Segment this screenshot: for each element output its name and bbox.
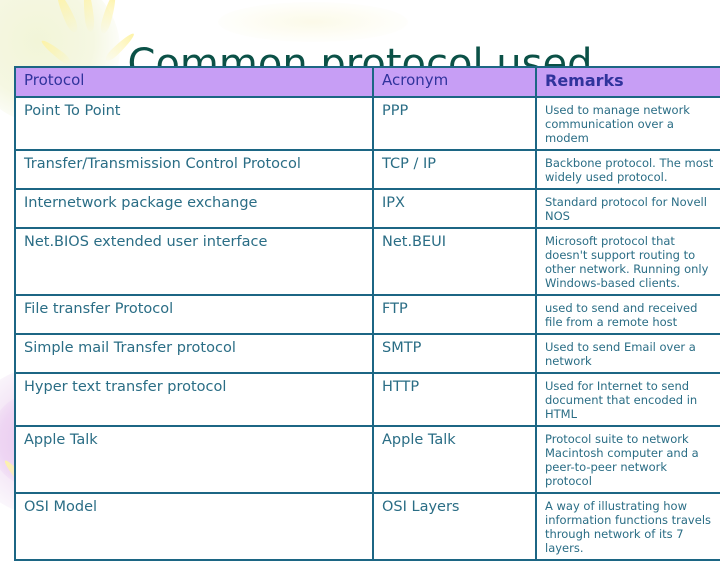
cell-protocol: Simple mail Transfer protocol — [14, 333, 374, 374]
cell-remarks: used to send and received file from a re… — [535, 294, 720, 335]
cell-acronym: IPX — [372, 188, 537, 229]
cell-remarks: A way of illustrating how information fu… — [535, 492, 720, 561]
table-header: Protocol Acronym Remarks — [14, 66, 720, 98]
table-row: File transfer Protocol FTP used to send an… — [14, 294, 720, 335]
cell-remarks: Used to send Email over a network — [535, 333, 720, 374]
cell-remarks: Protocol suite to network Macintosh comp… — [535, 425, 720, 494]
cell-acronym: Apple Talk — [372, 425, 537, 494]
cell-acronym: TCP / IP — [372, 149, 537, 190]
petal-shape — [53, 0, 81, 35]
cell-protocol: Point To Point — [14, 96, 374, 151]
column-header-protocol: Protocol — [14, 66, 374, 98]
table-row: Net.BIOS extended user interface Net.BEUI… — [14, 227, 720, 296]
table-header-row: Protocol Acronym Remarks — [14, 66, 720, 98]
cell-remarks: Standard protocol for Novell NOS — [535, 188, 720, 229]
column-header-remarks: Remarks — [535, 66, 720, 98]
table-row: Hyper text transfer protocol HTTP Used for… — [14, 372, 720, 427]
cell-protocol: Apple Talk — [14, 425, 374, 494]
table-row: Apple Talk Apple Talk Protocol suite to ne… — [14, 425, 720, 494]
cell-protocol: File transfer Protocol — [14, 294, 374, 335]
petal-shape — [98, 0, 119, 35]
cell-remarks: Microsoft protocol that doesn't support … — [535, 227, 720, 296]
cell-remarks: Used for Internet to send document that … — [535, 372, 720, 427]
protocol-table: Protocol Acronym Remarks Point To Point P… — [14, 66, 720, 561]
cell-protocol: OSI Model — [14, 492, 374, 561]
cell-acronym: FTP — [372, 294, 537, 335]
cell-remarks: Used to manage network communication ove… — [535, 96, 720, 151]
table-row: Transfer/Transmission Control Protocol TC… — [14, 149, 720, 190]
column-header-acronym: Acronym — [372, 66, 537, 98]
cell-acronym: SMTP — [372, 333, 537, 374]
table-row: Simple mail Transfer protocol SMTP Used to… — [14, 333, 720, 374]
cell-acronym: Net.BEUI — [372, 227, 537, 296]
table-row: Internetwork package exchange IPX Standard… — [14, 188, 720, 229]
table-row: Point To Point PPP Used to manage network … — [14, 96, 720, 151]
cell-protocol: Hyper text transfer protocol — [14, 372, 374, 427]
cell-acronym: OSI Layers — [372, 492, 537, 561]
cell-acronym: PPP — [372, 96, 537, 151]
cell-protocol: Net.BIOS extended user interface — [14, 227, 374, 296]
cell-protocol: Internetwork package exchange — [14, 188, 374, 229]
protocol-table-container: Protocol Acronym Remarks Point To Point P… — [14, 66, 720, 561]
petal-shape — [81, 0, 96, 33]
table-row: OSI Model OSI Layers A way of illustrating… — [14, 492, 720, 561]
background-wisp-top — [218, 2, 408, 42]
cell-protocol: Transfer/Transmission Control Protocol — [14, 149, 374, 190]
table-body: Point To Point PPP Used to manage network … — [14, 96, 720, 561]
cell-remarks: Backbone protocol. The most widely used … — [535, 149, 720, 190]
cell-acronym: HTTP — [372, 372, 537, 427]
